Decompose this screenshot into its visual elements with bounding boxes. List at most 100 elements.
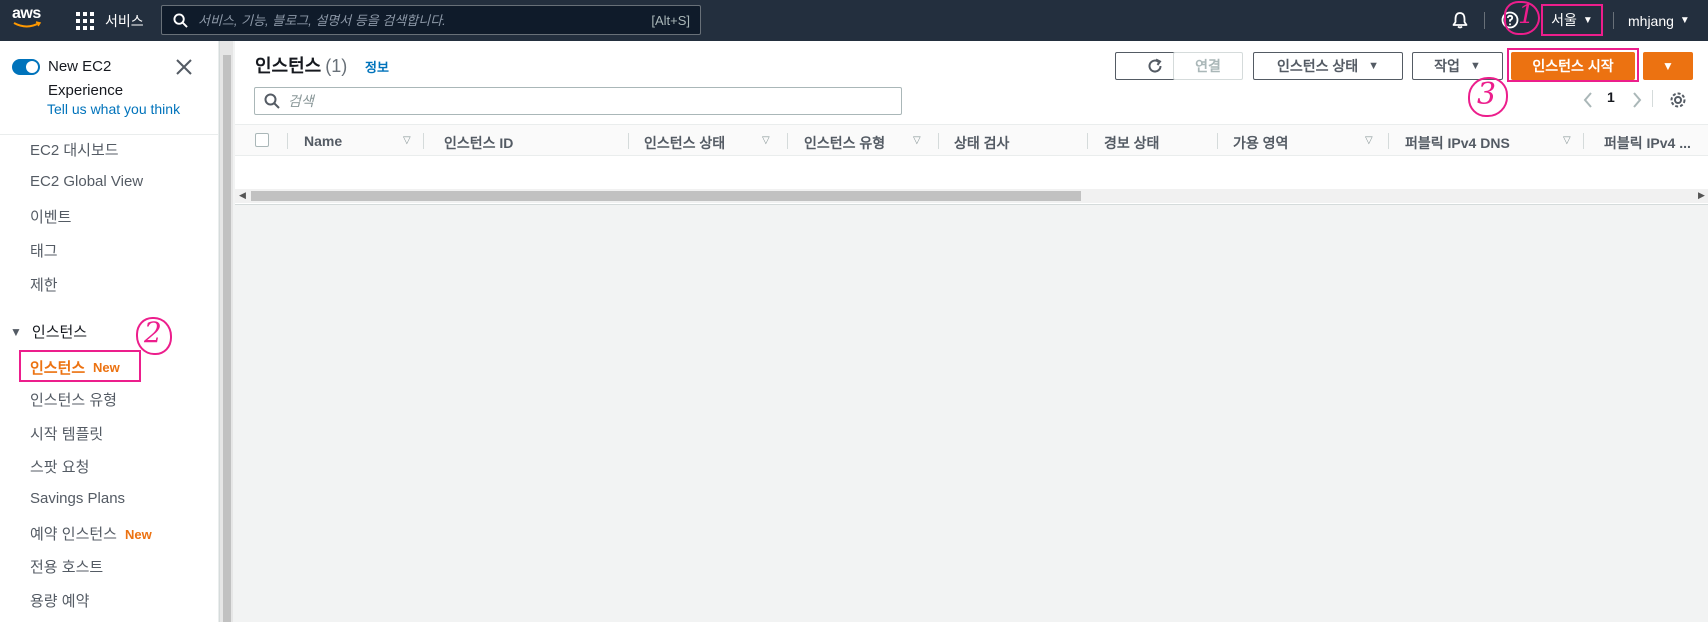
username: mhjang	[1628, 12, 1674, 29]
feedback-link[interactable]: Tell us what you think	[47, 101, 180, 117]
caret-down-icon: ▼	[10, 324, 22, 339]
sidebar-item-label: 예약 인스턴스	[30, 526, 117, 543]
caret-down-icon: ▼	[1469, 60, 1481, 72]
table-header: Name ▽ 인스턴스 ID 인스턴스 상태 ▽ 인스턴스 유형 ▽ 상태 검사…	[235, 124, 1708, 156]
column-header-public-ipv4-dns[interactable]: 퍼블릭 IPv4 DNS	[1405, 133, 1510, 153]
instance-state-label: 인스턴스 상태	[1276, 58, 1359, 74]
caret-down-icon: ▼	[1662, 59, 1674, 73]
table-horizontal-scrollbar[interactable]: ◀ ▶	[235, 189, 1708, 203]
annotation-number-1: 1	[1518, 0, 1535, 30]
sidebar-scrollbar[interactable]	[219, 41, 233, 622]
chevron-right-icon[interactable]	[1631, 91, 1643, 109]
column-divider	[787, 133, 788, 149]
column-header-instance-type[interactable]: 인스턴스 유형	[804, 133, 885, 153]
nav-separator	[1613, 12, 1614, 29]
column-header-name[interactable]: Name	[304, 133, 342, 149]
column-divider	[938, 133, 939, 149]
launch-button-highlight	[1507, 48, 1639, 82]
close-icon[interactable]	[174, 57, 194, 77]
scroll-left-arrow-icon[interactable]: ◀	[239, 190, 246, 201]
launch-dropdown-button[interactable]: ▼	[1643, 52, 1693, 80]
grid-icon	[76, 11, 94, 30]
sidebar-section-instances[interactable]: ▼ 인스턴스	[10, 321, 87, 342]
sort-icon[interactable]: ▽	[1563, 135, 1571, 146]
region-selector[interactable]: 서울 ▼	[1541, 4, 1603, 36]
caret-down-icon: ▼	[1368, 60, 1380, 72]
instances-table-panel: 인스턴스(1) 정보 연결 인스턴스 상태▼ 작업▼ 인스턴스 시작 ▼ 1	[235, 41, 1708, 205]
pager-separator	[1652, 90, 1653, 107]
column-divider	[1087, 133, 1088, 149]
sidebar-item-spot-requests[interactable]: 스팟 요청	[30, 456, 89, 477]
sidebar-item-launch-templates[interactable]: 시작 템플릿	[30, 423, 103, 444]
actions-button[interactable]: 작업 ▼	[1412, 52, 1503, 80]
sidebar-item-events[interactable]: 이벤트	[30, 206, 71, 227]
services-menu-button[interactable]: 서비스	[76, 0, 144, 41]
bell-icon[interactable]	[1450, 10, 1470, 30]
refresh-icon	[1148, 58, 1162, 73]
column-header-status-check[interactable]: 상태 검사	[954, 133, 1009, 153]
sidebar-item-tags[interactable]: 태그	[30, 240, 58, 261]
caret-down-icon: ▼	[1582, 14, 1593, 26]
caret-down-icon: ▼	[1679, 15, 1690, 26]
column-divider	[287, 133, 288, 149]
scrollbar-thumb[interactable]	[251, 191, 1081, 201]
chevron-left-icon[interactable]	[1582, 91, 1594, 109]
instance-state-button[interactable]: 인스턴스 상태 ▼	[1253, 52, 1403, 80]
connect-button[interactable]: 연결	[1173, 52, 1243, 80]
new-experience-toggle[interactable]	[12, 59, 40, 75]
aws-logo-text: aws	[12, 5, 41, 22]
new-experience-title: New EC2 Experience	[48, 58, 124, 99]
side-navigation: New EC2 Experience Tell us what you thin…	[0, 41, 219, 622]
sidebar-item-instances[interactable]: 인스턴스 New	[19, 350, 141, 382]
column-header-public-ipv4[interactable]: 퍼블릭 IPv4 ...	[1604, 133, 1691, 153]
page-number[interactable]: 1	[1607, 89, 1615, 105]
filter-box[interactable]	[254, 87, 902, 115]
gear-icon[interactable]	[1669, 91, 1687, 109]
column-header-instance-state[interactable]: 인스턴스 상태	[644, 133, 725, 153]
column-divider	[1583, 133, 1584, 149]
main-content: 인스턴스(1) 정보 연결 인스턴스 상태▼ 작업▼ 인스턴스 시작 ▼ 1	[235, 41, 1708, 622]
sidebar-item-ec2-dashboard[interactable]: EC2 대시보드	[30, 139, 119, 160]
user-menu[interactable]: mhjang ▼	[1628, 0, 1690, 41]
column-divider	[1217, 133, 1218, 149]
annotation-number-3: 3	[1477, 77, 1497, 112]
aws-logo[interactable]: aws	[12, 6, 46, 34]
region-label: 서울	[1551, 12, 1577, 28]
sidebar-item-instance-types[interactable]: 인스턴스 유형	[30, 389, 117, 410]
sidebar-item-capacity-reservations[interactable]: 용량 예약	[30, 590, 89, 611]
select-all-checkbox[interactable]	[255, 133, 269, 147]
sort-icon[interactable]: ▽	[913, 135, 921, 146]
page-title: 인스턴스 (1)	[255, 52, 347, 78]
sort-icon[interactable]: ▽	[762, 135, 770, 146]
sidebar-item-dedicated-hosts[interactable]: 전용 호스트	[30, 556, 103, 577]
sidebar-divider	[0, 134, 219, 135]
sidebar-item-savings-plans[interactable]: Savings Plans	[30, 490, 125, 507]
search-icon	[264, 93, 280, 109]
column-header-alarm-status[interactable]: 경보 상태	[1104, 133, 1159, 153]
global-search-input[interactable]	[198, 12, 652, 28]
scrollbar-thumb[interactable]	[223, 55, 231, 622]
page-title-text: 인스턴스	[255, 56, 322, 76]
sidebar-item-reserved-instances[interactable]: 예약 인스턴스 New	[30, 523, 152, 544]
sidebar-item-global-view[interactable]: EC2 Global View	[30, 173, 143, 190]
filter-input[interactable]	[288, 93, 901, 109]
nav-separator	[1484, 12, 1485, 29]
sort-icon[interactable]: ▽	[1365, 135, 1373, 146]
sort-icon[interactable]: ▽	[403, 135, 411, 146]
column-divider	[423, 133, 424, 149]
new-badge: New	[93, 360, 120, 375]
sidebar-item-label: 인스턴스	[30, 360, 86, 377]
new-badge: New	[124, 527, 152, 542]
top-navigation-bar: aws 서비스 [Alt+S] 서울 ▼ mhjang ▼	[0, 0, 1708, 41]
global-search-box[interactable]: [Alt+S]	[161, 5, 701, 35]
column-header-availability-zone[interactable]: 가용 영역	[1233, 133, 1288, 153]
info-link[interactable]: 정보	[365, 57, 389, 76]
search-icon	[173, 12, 188, 28]
column-divider	[628, 133, 629, 149]
sidebar-item-limits[interactable]: 제한	[30, 274, 58, 295]
column-header-instance-id[interactable]: 인스턴스 ID	[444, 133, 513, 153]
actions-label: 작업	[1434, 58, 1460, 74]
scroll-right-arrow-icon[interactable]: ▶	[1698, 190, 1705, 201]
annotation-number-2: 2	[144, 316, 162, 349]
search-shortcut-hint: [Alt+S]	[651, 12, 690, 28]
